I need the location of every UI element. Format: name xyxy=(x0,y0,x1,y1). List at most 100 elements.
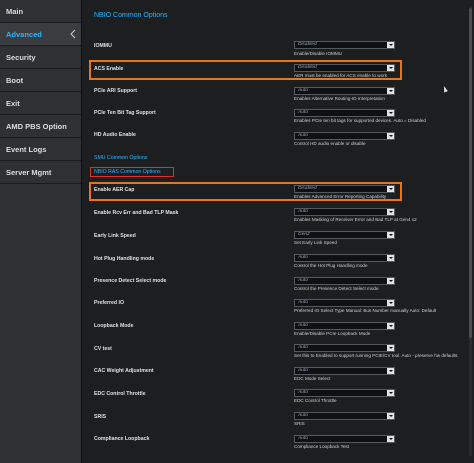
sidebar-item-boot[interactable]: Boot xyxy=(0,69,81,92)
chevron-down-icon[interactable] xyxy=(387,186,394,192)
pcie-ari-select[interactable]: Auto xyxy=(294,87,395,95)
setting-label-edc-throttle: EDC Control Throttle xyxy=(94,391,146,397)
setting-label-rcv-err-mask: Enable Rcv Err and Bad TLP Mask xyxy=(94,210,179,216)
acs-enable-select[interactable]: Disabled xyxy=(294,64,395,72)
setting-help-acs-enable: AER must be enabled for ACS enable to wo… xyxy=(294,73,387,78)
sidebar-item-label: Server Mgmt xyxy=(6,167,52,177)
setting-label-acs-enable: ACS Enable xyxy=(94,66,124,72)
setting-help-preferred-io: Preferred IO Select Type Manual: Bus Num… xyxy=(294,308,437,313)
preferred-io-select[interactable]: Auto xyxy=(294,299,395,307)
nbio-ras-common-options-link[interactable]: NBIO RAS Common Options xyxy=(94,169,161,175)
setting-label-sris: SRIS xyxy=(94,414,107,420)
chevron-down-icon[interactable] xyxy=(387,323,394,329)
sris-select[interactable]: Auto xyxy=(294,412,395,420)
presence-detect-select[interactable]: Auto xyxy=(294,277,395,285)
sidebar-item-advanced[interactable]: Advanced xyxy=(0,23,81,46)
select-value: Auto xyxy=(298,436,308,441)
setting-help-iommu: Enable/Disable IOMMU xyxy=(294,51,342,56)
select-value: Auto xyxy=(298,390,308,395)
cac-weight-select[interactable]: Auto xyxy=(294,367,395,375)
hot-plug-select[interactable]: Auto xyxy=(294,254,395,262)
chevron-down-icon[interactable] xyxy=(387,390,394,396)
setting-help-hd-audio: Control HD audio enable or disable xyxy=(294,141,366,146)
smu-common-options-link[interactable]: SMU Common Options xyxy=(94,155,147,161)
setting-help-compliance-loopback: Compliance Loopback Test xyxy=(294,444,350,449)
setting-label-pcie-ten-bit-tag: PCIe Ten Bit Tag Support xyxy=(94,110,156,116)
select-value: Disabled xyxy=(298,65,317,70)
rcv-err-mask-select[interactable]: Auto xyxy=(294,208,395,216)
setting-label-enable-aer-cap: Enable AER Cap xyxy=(94,187,135,193)
chevron-down-icon[interactable] xyxy=(387,436,394,442)
sidebar-item-label: Event Logs xyxy=(6,144,47,154)
chevron-down-icon[interactable] xyxy=(387,368,394,374)
sidebar-item-label: Advanced xyxy=(6,29,42,39)
select-value: Auto xyxy=(298,255,308,260)
select-value: Auto xyxy=(298,323,308,328)
select-value: Gen2 xyxy=(298,232,310,237)
setting-label-pcie-ari: PCIe ARI Support xyxy=(94,88,138,94)
sidebar-item-amd-pbs-option[interactable]: AMD PBS Option xyxy=(0,115,81,138)
select-value: Auto xyxy=(298,209,308,214)
setting-help-cv-test: Set this to Enabled to support running P… xyxy=(294,353,458,358)
setting-help-rcv-err-mask: Enables Masking of Receiver Error and Ba… xyxy=(294,217,417,222)
scrollbar-thumb[interactable] xyxy=(469,8,472,338)
setting-label-presence-detect: Presence Detect Select mode xyxy=(94,278,167,284)
sidebar-item-label: Security xyxy=(6,52,36,62)
select-value: Auto xyxy=(298,278,308,283)
setting-label-hd-audio: HD Audio Enable xyxy=(94,132,136,138)
chevron-down-icon[interactable] xyxy=(387,278,394,284)
select-value: Auto xyxy=(298,133,308,138)
select-value: Auto xyxy=(298,300,308,305)
setting-help-pcie-ari: Enables Alternative Routing-ID Interpret… xyxy=(294,96,385,101)
chevron-down-icon[interactable] xyxy=(387,232,394,238)
enable-aer-cap-select[interactable]: Disabled xyxy=(294,185,395,193)
select-value: Auto xyxy=(298,368,308,373)
chevron-down-icon[interactable] xyxy=(387,300,394,306)
select-value: Auto xyxy=(298,88,308,93)
select-value: Disabled xyxy=(298,186,317,191)
chevron-down-icon[interactable] xyxy=(387,413,394,419)
chevron-down-icon[interactable] xyxy=(387,209,394,215)
setting-help-cac-weight: EDC Mode Select xyxy=(294,376,331,381)
setting-help-presence-detect: Control the Presence Detect Select mode xyxy=(294,286,379,291)
edc-throttle-select[interactable]: Auto xyxy=(294,389,395,397)
hd-audio-select[interactable]: Auto xyxy=(294,132,395,140)
chevron-down-icon[interactable] xyxy=(387,65,394,71)
setting-label-cac-weight: CAC Weight Adjustment xyxy=(94,368,154,374)
page-title: NBIO Common Options xyxy=(94,12,168,19)
cv-test-select[interactable]: Auto xyxy=(294,344,395,352)
chevron-left-icon xyxy=(70,29,76,39)
chevron-down-icon[interactable] xyxy=(387,42,394,48)
loopback-mode-select[interactable]: Auto xyxy=(294,322,395,330)
select-value: Auto xyxy=(298,413,308,418)
setting-label-early-link-speed: Early Link Speed xyxy=(94,233,136,239)
sidebar-item-security[interactable]: Security xyxy=(0,46,81,69)
setting-label-iommu: IOMMU xyxy=(94,43,112,49)
sidebar-nav: Main Advanced Security Boot Exit AMD PBS… xyxy=(0,0,82,463)
chevron-down-icon[interactable] xyxy=(387,255,394,261)
chevron-down-icon[interactable] xyxy=(387,133,394,139)
sidebar-item-server-mgmt[interactable]: Server Mgmt xyxy=(0,161,81,184)
compliance-loopback-select[interactable]: Auto xyxy=(294,435,395,443)
sidebar-item-label: Exit xyxy=(6,98,20,108)
pcie-ten-bit-tag-select[interactable]: Auto xyxy=(294,109,395,117)
select-value: Auto xyxy=(298,345,308,350)
sidebar-item-label: Boot xyxy=(6,75,24,85)
setting-label-preferred-io: Preferred IO xyxy=(94,300,124,306)
early-link-speed-select[interactable]: Gen2 xyxy=(294,231,395,239)
chevron-down-icon[interactable] xyxy=(387,88,394,94)
select-value: Auto xyxy=(298,110,308,115)
setting-label-compliance-loopback: Compliance Loopback xyxy=(94,436,150,442)
sidebar-item-main[interactable]: Main xyxy=(0,0,81,23)
sidebar-item-event-logs[interactable]: Event Logs xyxy=(0,138,81,161)
chevron-down-icon[interactable] xyxy=(387,110,394,116)
setting-help-hot-plug: Control the Hot Plug Handling mode xyxy=(294,263,368,268)
setting-help-edc-throttle: EDC Control Throttle xyxy=(294,398,337,403)
iommu-select[interactable]: Disabled xyxy=(294,41,395,49)
setting-help-sris: SRIS xyxy=(294,421,305,426)
sidebar-item-label: AMD PBS Option xyxy=(6,121,67,131)
setting-label-hot-plug: Hot Plug Handling mode xyxy=(94,256,155,262)
sidebar-item-exit[interactable]: Exit xyxy=(0,92,81,115)
setting-help-early-link-speed: Set Early Link Speed xyxy=(294,240,337,245)
chevron-down-icon[interactable] xyxy=(387,345,394,351)
